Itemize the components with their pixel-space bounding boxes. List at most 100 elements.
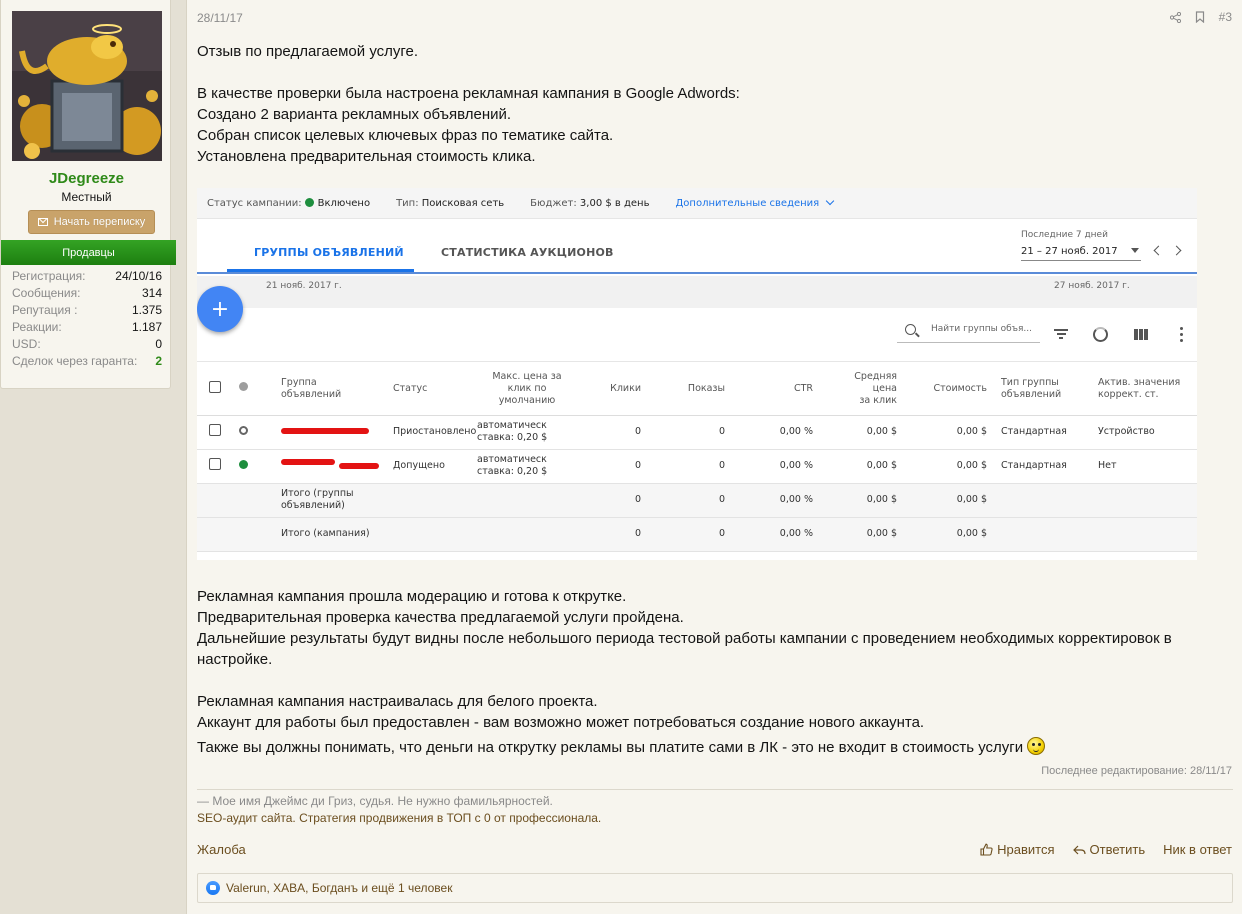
header-text: умолчанию <box>498 394 556 406</box>
budget-label: Бюджет: <box>530 197 577 209</box>
text-line: Собран список целевых ключевых фраз по т… <box>197 127 614 144</box>
post-number[interactable]: #3 <box>1219 10 1232 24</box>
active-status-icon <box>239 459 248 469</box>
header-status-dot-cell <box>233 363 281 416</box>
header-text: коррект. ст. <box>1098 388 1159 400</box>
empty-cell <box>393 483 477 518</box>
total-label-cell: Итого (группы объявлений) <box>281 483 393 518</box>
stat-reputation: Репутация : 1.375 <box>12 302 162 319</box>
type-label: Тип: <box>396 197 419 209</box>
smiley-icon <box>1027 737 1046 755</box>
text-line: В качестве проверки была настроена рекла… <box>197 85 740 102</box>
post-actions: #3 <box>1169 10 1232 24</box>
avg-cpc-cell: 0,00 $ <box>827 415 911 450</box>
status-cell: Приостановлено <box>393 415 477 450</box>
text-line: Отзыв по предлагаемой услуге. <box>197 43 419 60</box>
avg-cpc-cell: 0,00 $ <box>827 483 911 518</box>
table-row: Допущено автоматическ ставка: 0,20 $ 0 0 … <box>197 449 1197 484</box>
header-avg-cpc: Средняя цена за клик <box>827 363 911 416</box>
redacted-name <box>281 459 335 465</box>
bid-adjust-cell: Нет <box>1098 449 1197 484</box>
like-label: Нравится <box>997 842 1055 857</box>
checkbox <box>209 424 221 436</box>
stat-value: 24/10/16 <box>115 269 162 283</box>
date-start: 21 нояб. 2017 г. <box>266 281 342 291</box>
empty-cell <box>1001 483 1098 518</box>
columns-icon <box>1134 329 1149 340</box>
search-placeholder: Найти группы объя... <box>931 324 1032 334</box>
checkbox-cell <box>197 415 233 450</box>
status-dot-cell <box>233 415 281 450</box>
username[interactable]: JDegreeze <box>1 170 172 187</box>
reply-button[interactable]: Ответить <box>1072 842 1145 857</box>
header-checkbox-cell <box>197 363 233 416</box>
like-button[interactable]: Нравится <box>980 842 1055 857</box>
redacted-name <box>339 463 379 469</box>
chevron-right-icon <box>1171 245 1182 256</box>
nick-reply-button[interactable]: Ник в ответ <box>1163 842 1232 857</box>
empty-cell <box>477 483 577 518</box>
group-name-cell <box>281 415 393 450</box>
share-icon[interactable] <box>1169 11 1181 23</box>
header-text: Тип группы <box>1001 376 1059 388</box>
text-line: настройке. <box>197 651 273 668</box>
dropdown-caret-icon <box>1131 248 1139 253</box>
total-row: Итого (группы объявлений) 0 0 0,00 % 0,00… <box>197 483 1197 518</box>
group-type-cell: Стандартная <box>1001 415 1098 450</box>
status-value: Включено <box>317 197 371 209</box>
empty-cell <box>1001 517 1098 552</box>
status-dot-icon <box>239 382 248 392</box>
header-text: объявлений <box>281 388 342 400</box>
adwords-screenshot[interactable]: Статус кампании: Включено Тип: Поисковая … <box>197 188 1197 560</box>
stat-label: Сделок через гаранта: <box>12 354 138 368</box>
avatar[interactable] <box>12 11 162 161</box>
stat-label: Репутация : <box>12 303 78 317</box>
clicks-cell: 0 <box>577 449 655 484</box>
table-header-row: Группа объявлений Статус Макс. цена за кли… <box>197 363 1197 416</box>
details-link-label: Дополнительные сведения <box>675 197 820 209</box>
post-paragraph-1: Отзыв по предлагаемой услуге. <box>197 41 418 62</box>
cell-text: ставка: 0,20 $ <box>477 466 548 477</box>
cost-cell: 0,00 $ <box>911 517 1001 552</box>
avatar-image <box>12 11 162 161</box>
header-text: объявлений <box>1001 388 1062 400</box>
stat-value[interactable]: 2 <box>155 353 162 370</box>
stat-label: Регистрация: <box>12 269 86 283</box>
bid-adjust-cell: Устройство <box>1098 415 1197 450</box>
type-value: Поисковая сеть <box>421 197 505 209</box>
status-label: Статус кампании: <box>207 197 302 209</box>
table-toolbar: Найти группы объя... <box>197 308 1197 362</box>
status-dot-icon <box>304 197 314 207</box>
ctr-cell: 0,00 % <box>739 517 827 552</box>
report-link[interactable]: Жалоба <box>197 842 246 857</box>
text-line: Также вы должны понимать, что деньги на … <box>197 739 1024 756</box>
empty-cell <box>233 517 281 552</box>
header-status: Статус <box>393 363 477 416</box>
cost-cell: 0,00 $ <box>911 449 1001 484</box>
post-footer-actions: Нравится Ответить Ник в ответ <box>980 842 1232 857</box>
post-date[interactable]: 28/11/17 <box>197 11 243 25</box>
date-range-label: Последние 7 дней <box>1021 230 1108 240</box>
stat-label: USD: <box>12 337 41 351</box>
start-conversation-button[interactable]: Начать переписку <box>28 210 155 234</box>
table-row: Приостановлено автоматическ ставка: 0,20 … <box>197 415 1197 450</box>
budget-value: 3,00 $ в день <box>579 197 650 209</box>
bookmark-icon[interactable] <box>1195 11 1205 23</box>
cell-text: автоматическ <box>477 454 547 465</box>
empty-cell <box>233 483 281 518</box>
cell-text: автоматическ <box>477 420 547 431</box>
stat-registration: Регистрация: 24/10/16 <box>12 268 162 285</box>
empty-cell <box>393 517 477 552</box>
post-paragraph-2: В качестве проверки была настроена рекла… <box>197 83 740 167</box>
tabs-row: ГРУППЫ ОБЪЯВЛЕНИЙ СТАТИСТИКА АУКЦИОНОВ П… <box>197 220 1197 274</box>
reactions-list[interactable]: Valerun, XABA, Богданъ и ещё 1 человек <box>226 881 452 895</box>
stat-messages: Сообщения: 314 <box>12 285 162 302</box>
signature-link[interactable]: SEO-аудит сайта. Стратегия продвижения в… <box>197 811 601 825</box>
like-reaction-icon <box>206 881 220 895</box>
stat-value[interactable]: 314 <box>142 285 162 302</box>
header-text: клик по <box>507 382 547 394</box>
header-bid-adjust: Актив. значения коррект. ст. <box>1098 363 1197 416</box>
stat-label: Реакции: <box>12 320 62 334</box>
stat-value: 1.187 <box>131 320 162 334</box>
empty-cell <box>1098 517 1197 552</box>
